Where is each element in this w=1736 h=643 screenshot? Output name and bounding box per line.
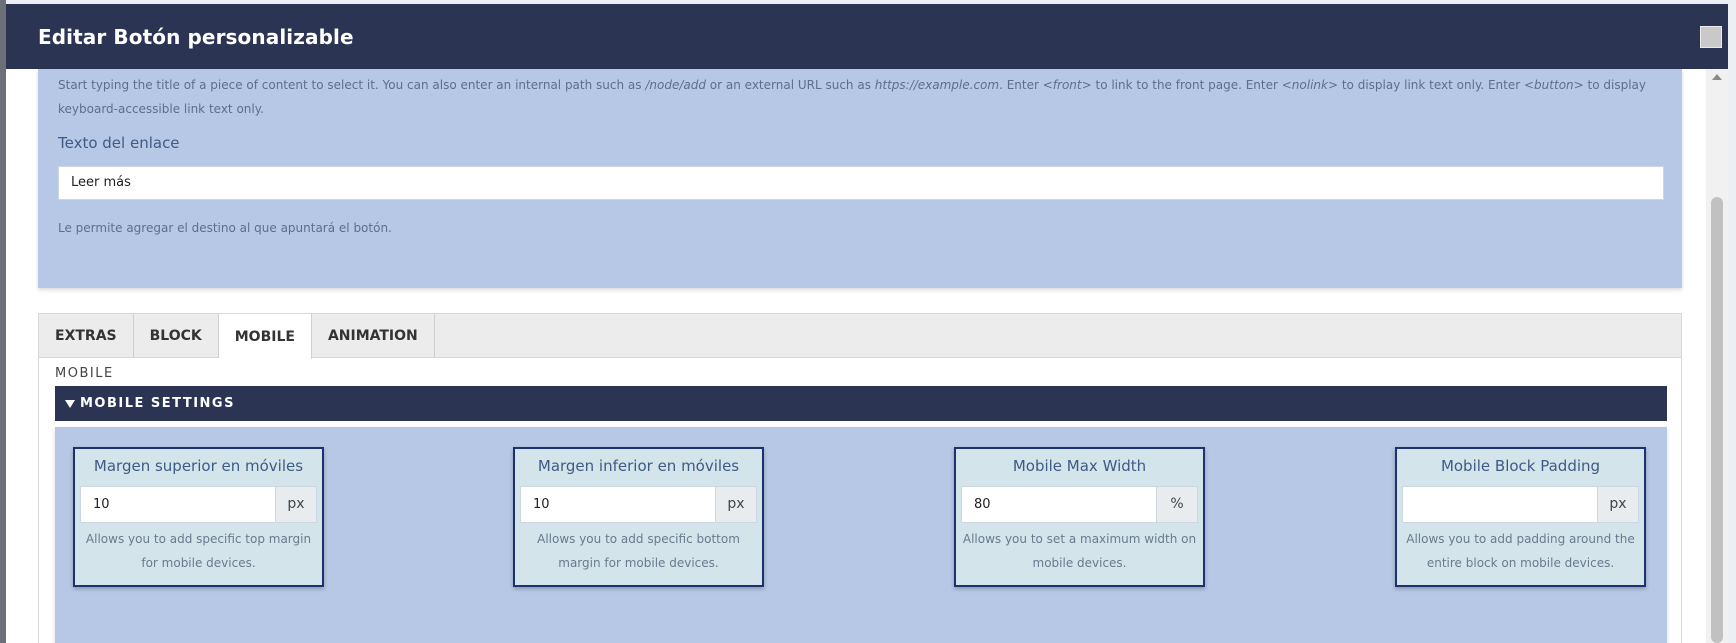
scroll-up-arrow-icon[interactable] [1712,74,1722,80]
bottom-margin-card: Margen inferior en móviles 10 px Allows … [513,447,764,587]
top-margin-unit: px [275,486,317,523]
tab-animation[interactable]: ANIMATION [312,314,435,358]
tab-extras[interactable]: EXTRAS [39,314,134,358]
block-padding-card: Mobile Block Padding px Allows you to ad… [1395,447,1646,587]
mobile-settings-title: MOBILE SETTINGS [80,396,235,411]
max-width-unit: % [1156,486,1198,523]
mobile-settings-panel: Margen superior en móviles 10 px Allows … [55,427,1667,643]
top-margin-label: Margen superior en móviles [93,457,304,475]
edit-dialog: Editar Botón personalizable Start typing… [6,4,1728,643]
link-settings-panel: Start typing the title of a piece of con… [38,69,1682,288]
max-width-label: Mobile Max Width [1012,457,1147,475]
top-margin-card: Margen superior en móviles 10 px Allows … [73,447,324,587]
bottom-margin-input[interactable]: 10 [520,486,716,523]
max-width-input[interactable]: 80 [961,486,1157,523]
vertical-scrollbar[interactable] [1706,69,1728,643]
block-padding-description: Allows you to add padding around the ent… [1406,532,1635,570]
caret-down-icon [65,399,75,408]
dialog-titlebar: Editar Botón personalizable [6,4,1728,69]
bottom-margin-label: Margen inferior en móviles [537,457,740,475]
block-padding-unit: px [1597,486,1639,523]
tab-block[interactable]: BLOCK [134,314,219,358]
close-icon[interactable] [1700,26,1722,48]
mobile-caption: MOBILE [55,366,114,381]
window-frame: Editar Botón personalizable Start typing… [0,0,1736,643]
block-padding-label: Mobile Block Padding [1440,457,1601,475]
top-margin-description: Allows you to add specific top margin fo… [85,532,312,570]
link-text-input[interactable]: Leer más [58,166,1664,200]
link-text-description: Le permite agregar el destino al que apu… [58,221,392,235]
top-margin-input[interactable]: 10 [80,486,276,523]
dialog-title: Editar Botón personalizable [38,24,354,49]
max-width-description: Allows you to set a maximum width on mob… [962,532,1197,570]
mobile-settings-toggle[interactable]: MOBILE SETTINGS [55,386,1667,421]
bottom-margin-description: Allows you to add specific bottom margin… [537,532,740,570]
scrollbar-thumb[interactable] [1711,197,1723,643]
settings-tabs: EXTRAS BLOCK MOBILE ANIMATION MOBILE MOB… [38,313,1682,643]
bottom-margin-unit: px [715,486,757,523]
link-text-label: Texto del enlace [58,134,180,152]
max-width-card: Mobile Max Width 80 % Allows you to set … [954,447,1205,587]
link-help-text: Start typing the title of a piece of con… [58,78,1646,116]
tab-mobile[interactable]: MOBILE [218,314,312,359]
dialog-content: Start typing the title of a piece of con… [6,69,1706,643]
block-padding-input[interactable] [1402,486,1598,523]
tab-bar: EXTRAS BLOCK MOBILE ANIMATION [39,314,1681,359]
